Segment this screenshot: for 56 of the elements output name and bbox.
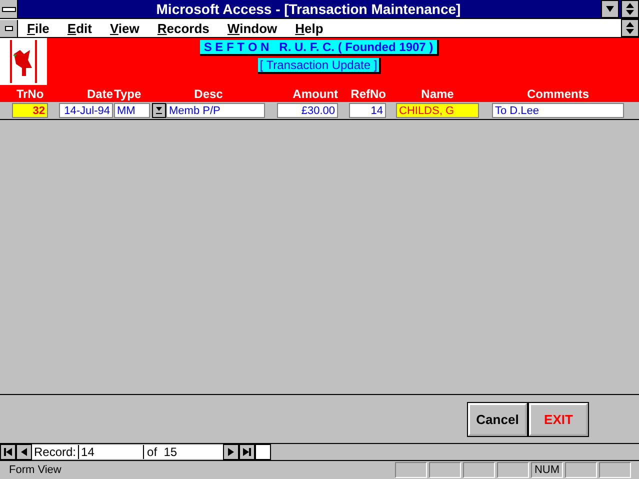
up-down-arrows-icon: [626, 3, 634, 15]
system-menu-icon[interactable]: [0, 0, 18, 18]
status-pane: [395, 462, 427, 478]
restore-button[interactable]: [621, 0, 639, 18]
menu-item[interactable]: Records: [157, 20, 210, 36]
column-header: Date: [86, 86, 113, 100]
input-field[interactable]: 32: [12, 103, 48, 118]
previous-record-button[interactable]: [16, 444, 32, 460]
last-icon: [243, 448, 252, 456]
form-subtitle: [ Transaction Update ]: [258, 58, 382, 74]
right-triangle-icon: [228, 448, 234, 456]
status-text: Form View: [8, 464, 62, 476]
status-pane: [599, 462, 631, 478]
club-title: S E F T O N R. U. F. C. ( Founded 1907 ): [200, 40, 440, 56]
input-field[interactable]: £30.00: [277, 103, 338, 118]
menu-item[interactable]: Edit: [67, 20, 92, 36]
caret-icon: [156, 107, 162, 114]
input-field[interactable]: CHILDS, G: [396, 103, 479, 118]
cancel-button[interactable]: Cancel: [468, 402, 527, 436]
desc-field[interactable]: Memb P/P: [166, 103, 265, 118]
first-record-button[interactable]: [0, 444, 16, 460]
input-field[interactable]: MM: [114, 103, 150, 118]
status-pane: [429, 462, 461, 478]
column-header: Name: [420, 86, 455, 100]
document-menu-icon[interactable]: [0, 20, 18, 36]
down-triangle-icon: [606, 6, 614, 12]
window-title: Microsoft Access - [Transaction Maintenance]: [155, 1, 462, 17]
column-header: Type: [114, 86, 142, 100]
horizontal-scrollbar[interactable]: [255, 444, 272, 460]
record-label: Record:: [32, 445, 78, 459]
menu-item[interactable]: View: [110, 20, 140, 36]
last-record-button[interactable]: [239, 444, 256, 460]
menu-item[interactable]: Help: [295, 20, 324, 36]
status-pane: [497, 462, 529, 478]
input-field[interactable]: 14: [349, 103, 386, 118]
column-header: Desc: [193, 86, 224, 100]
column-header: RefNo: [350, 86, 386, 100]
status-pane: [565, 462, 597, 478]
restore-button[interactable]: [621, 19, 639, 37]
record-number-field[interactable]: 14: [78, 445, 144, 459]
column-header: Amount: [292, 86, 338, 100]
up-down-arrows-icon: [626, 22, 634, 34]
next-record-button[interactable]: [223, 444, 240, 460]
column-header: TrNo: [15, 86, 45, 100]
menu-item[interactable]: File: [27, 20, 50, 36]
num-lock-indicator: NUM: [531, 462, 563, 478]
left-triangle-icon: [21, 448, 27, 456]
dropdown-button[interactable]: [152, 103, 166, 118]
input-field[interactable]: To D.Lee: [492, 103, 624, 118]
status-pane: [463, 462, 495, 478]
menu-item[interactable]: Window: [227, 20, 278, 36]
first-icon: [4, 448, 12, 456]
minimize-button[interactable]: [601, 0, 619, 18]
input-field[interactable]: 14-Jul-94: [59, 103, 113, 118]
column-header: Comments: [526, 86, 590, 100]
record-count: of 15: [143, 445, 224, 459]
